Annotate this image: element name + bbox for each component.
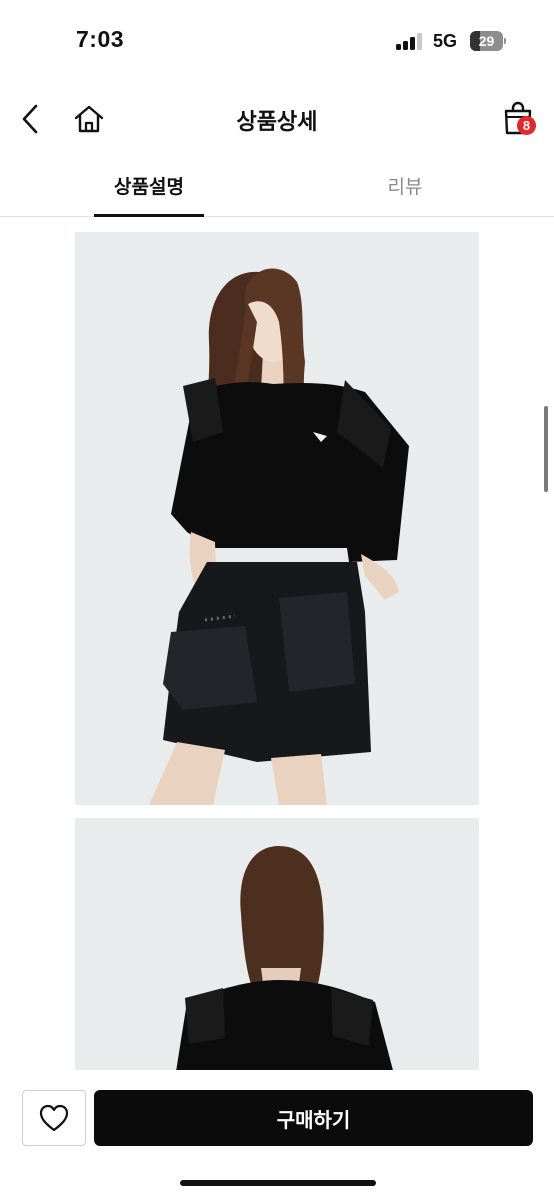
- product-content: [0, 218, 554, 1070]
- signal-icon: [396, 32, 424, 50]
- home-indicator[interactable]: [180, 1180, 376, 1186]
- heart-icon: [39, 1104, 69, 1132]
- top-nav: 상품상세 8: [0, 84, 554, 154]
- status-time: 7:03: [76, 26, 125, 52]
- network-label: 5G: [433, 31, 458, 51]
- battery-icon: 29: [470, 31, 506, 51]
- product-photo-front: [75, 232, 479, 805]
- wishlist-button[interactable]: [22, 1090, 86, 1146]
- purchase-bar: 구매하기: [0, 1070, 554, 1200]
- scrollbar[interactable]: [544, 406, 548, 492]
- tab-review[interactable]: 리뷰: [350, 172, 460, 216]
- cart-badge: 8: [517, 116, 536, 135]
- detail-tabs: 상품설명 리뷰: [0, 154, 554, 217]
- page-title: 상품상세: [236, 109, 318, 134]
- cart-button[interactable]: 8: [500, 98, 540, 138]
- battery-level: 29: [478, 33, 495, 49]
- status-bar: 7:03 5G 29: [0, 0, 554, 84]
- product-photo-back: [75, 818, 479, 1070]
- tab-description[interactable]: 상품설명: [94, 172, 204, 217]
- buy-button[interactable]: 구매하기: [94, 1090, 533, 1146]
